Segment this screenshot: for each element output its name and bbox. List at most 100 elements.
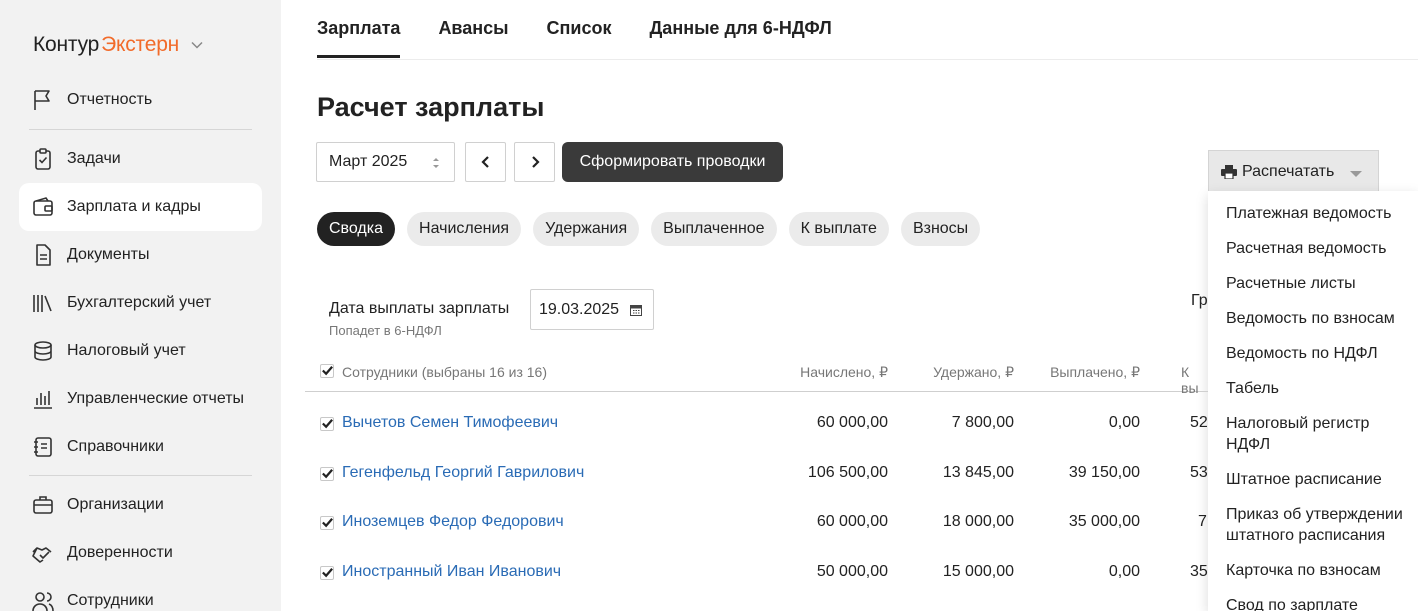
pill-to-pay[interactable]: К выплате bbox=[788, 212, 889, 246]
generate-entries-button[interactable]: Сформировать проводки bbox=[562, 142, 783, 182]
bar-chart-icon bbox=[29, 385, 57, 413]
pay-date-hint: Попадет в 6-НДФЛ bbox=[329, 323, 442, 338]
menu-item-ndfl-statement[interactable]: Ведомость по НДФЛ bbox=[1208, 341, 1418, 366]
sidebar-item-directories[interactable]: Справочники bbox=[19, 423, 262, 471]
row-checkbox[interactable] bbox=[320, 417, 334, 431]
check-icon bbox=[322, 568, 333, 578]
sidebar-divider bbox=[29, 129, 252, 130]
cell-to-pay: 52 bbox=[1190, 414, 1208, 431]
printer-icon bbox=[1221, 164, 1237, 179]
sidebar-item-accounting[interactable]: Бухгалтерский учет bbox=[19, 279, 262, 327]
cell-to-pay: 7 bbox=[1198, 513, 1207, 530]
chevron-down-icon[interactable] bbox=[191, 39, 203, 51]
tab-6ndfl-data[interactable]: Данные для 6-НДФЛ bbox=[649, 0, 831, 58]
table-row: Иноземцев Федор Федорович 60 000,00 18 0… bbox=[305, 513, 1208, 561]
menu-item-contributions-statement[interactable]: Ведомость по взносам bbox=[1208, 306, 1418, 331]
briefcase-icon bbox=[29, 491, 57, 519]
row-checkbox[interactable] bbox=[320, 516, 334, 530]
row-checkbox[interactable] bbox=[320, 467, 334, 481]
month-value: Март 2025 bbox=[329, 153, 408, 170]
wallet-icon bbox=[29, 193, 57, 221]
sidebar-item-tasks[interactable]: Задачи bbox=[19, 135, 262, 183]
col-to-pay[interactable]: К вы bbox=[1181, 364, 1208, 396]
tab-list[interactable]: Список bbox=[547, 0, 612, 58]
sidebar-item-organizations[interactable]: Организации bbox=[19, 481, 262, 529]
month-select[interactable]: Март 2025 bbox=[316, 142, 455, 182]
pill-deductions[interactable]: Удержания bbox=[533, 212, 640, 246]
sidebar: Контур Экстерн Отчетность Задачи Зарплат… bbox=[0, 0, 281, 611]
sidebar-item-label: Управленческие отчеты bbox=[67, 390, 245, 407]
table-row: Гегенфельд Георгий Гаврилович 106 500,00… bbox=[305, 464, 1208, 512]
cell-paid: 0,00 bbox=[1108, 563, 1140, 580]
menu-item-timesheet[interactable]: Табель bbox=[1208, 376, 1418, 401]
cell-withheld: 15 000,00 bbox=[942, 563, 1014, 580]
menu-item-staff-schedule[interactable]: Штатное расписание bbox=[1208, 467, 1418, 492]
cell-paid: 0,00 bbox=[1108, 414, 1140, 431]
pay-date-input[interactable]: 19.03.2025 bbox=[530, 289, 654, 330]
row-checkbox[interactable] bbox=[320, 566, 334, 580]
cell-accrued: 50 000,00 bbox=[816, 563, 888, 580]
handshake-icon bbox=[29, 539, 57, 567]
print-menu: Платежная ведомость Расчетная ведомость … bbox=[1208, 191, 1418, 611]
menu-item-staff-schedule-order[interactable]: Приказ об утверждении штатного расписани… bbox=[1208, 502, 1418, 548]
logo-part-1: Контур bbox=[33, 33, 100, 56]
menu-item-payment-statement[interactable]: Платежная ведомость bbox=[1208, 201, 1418, 226]
menu-item-contributions-card[interactable]: Карточка по взносам bbox=[1208, 558, 1418, 583]
calendar-icon[interactable] bbox=[630, 304, 642, 316]
books-icon bbox=[29, 289, 57, 317]
next-month-button[interactable] bbox=[514, 142, 555, 182]
col-paid[interactable]: Выплачено, ₽ bbox=[1017, 364, 1140, 381]
col-withheld[interactable]: Удержано, ₽ bbox=[891, 364, 1014, 381]
prev-month-button[interactable] bbox=[465, 142, 506, 182]
coins-stack-icon bbox=[29, 337, 57, 365]
menu-item-ndfl-tax-register[interactable]: Налоговый регистр НДФЛ bbox=[1208, 411, 1418, 457]
cell-accrued: 60 000,00 bbox=[816, 414, 888, 431]
cell-accrued: 60 000,00 bbox=[816, 513, 888, 530]
sidebar-item-label: Задачи bbox=[67, 150, 121, 167]
menu-item-salary-summary[interactable]: Свод по зарплате bbox=[1208, 593, 1418, 611]
pill-summary[interactable]: Сводка bbox=[317, 212, 396, 246]
sidebar-item-tax[interactable]: Налоговый учет bbox=[19, 327, 262, 375]
notebook-icon bbox=[29, 433, 57, 461]
col-accrued[interactable]: Начислено, ₽ bbox=[765, 364, 888, 381]
sidebar-item-salary-hr[interactable]: Зарплата и кадры bbox=[19, 183, 262, 231]
sidebar-item-label: Зарплата и кадры bbox=[67, 198, 201, 215]
cell-to-pay: 35 bbox=[1190, 563, 1208, 580]
sidebar-item-management-reports[interactable]: Управленческие отчеты bbox=[19, 375, 262, 423]
flag-icon bbox=[29, 86, 57, 114]
check-icon bbox=[322, 366, 333, 376]
tabs-separator bbox=[317, 59, 1418, 60]
pill-paid[interactable]: Выплаченное bbox=[651, 212, 777, 246]
product-logo[interactable]: Контур Экстерн bbox=[33, 33, 203, 57]
pay-date-label: Дата выплаты зарплаты bbox=[329, 300, 510, 317]
table-row: Иностранный Иван Иванович 50 000,00 15 0… bbox=[305, 563, 1208, 611]
employee-link[interactable]: Гегенфельд Георгий Гаврилович bbox=[342, 464, 584, 482]
tab-salary[interactable]: Зарплата bbox=[317, 0, 401, 58]
sidebar-item-label: Справочники bbox=[67, 438, 164, 455]
cell-accrued: 106 500,00 bbox=[807, 464, 888, 481]
select-all-checkbox[interactable] bbox=[320, 364, 334, 378]
employee-link[interactable]: Иностранный Иван Иванович bbox=[342, 563, 561, 581]
employee-link[interactable]: Вычетов Семен Тимофеевич bbox=[342, 414, 558, 432]
col-employees[interactable]: Сотрудники (выбраны 16 из 16) bbox=[342, 364, 547, 380]
sidebar-item-documents[interactable]: Документы bbox=[19, 231, 262, 279]
chevron-left-icon bbox=[480, 156, 489, 168]
sidebar-item-powers-of-attorney[interactable]: Доверенности bbox=[19, 529, 262, 577]
tab-advances[interactable]: Авансы bbox=[438, 0, 508, 58]
cell-withheld: 13 845,00 bbox=[942, 464, 1014, 481]
employee-link[interactable]: Иноземцев Федор Федорович bbox=[342, 513, 564, 531]
sidebar-item-label: Организации bbox=[67, 496, 164, 513]
print-button[interactable]: Распечатать bbox=[1208, 150, 1379, 192]
pill-contributions[interactable]: Взносы bbox=[900, 212, 981, 246]
sidebar-item-label: Доверенности bbox=[67, 544, 173, 561]
pill-accruals[interactable]: Начисления bbox=[407, 212, 522, 246]
caret-down-icon bbox=[1350, 171, 1362, 177]
sidebar-item-label: Сотрудники bbox=[67, 592, 154, 609]
print-button-label: Распечатать bbox=[1242, 162, 1335, 180]
menu-item-payslips[interactable]: Расчетные листы bbox=[1208, 271, 1418, 296]
sidebar-item-employees[interactable]: Сотрудники bbox=[19, 577, 262, 611]
sidebar-item-reporting[interactable]: Отчетность bbox=[19, 76, 262, 124]
cell-to-pay: 53 bbox=[1190, 464, 1208, 481]
cell-paid: 35 000,00 bbox=[1068, 513, 1140, 530]
menu-item-payroll-statement[interactable]: Расчетная ведомость bbox=[1208, 236, 1418, 261]
